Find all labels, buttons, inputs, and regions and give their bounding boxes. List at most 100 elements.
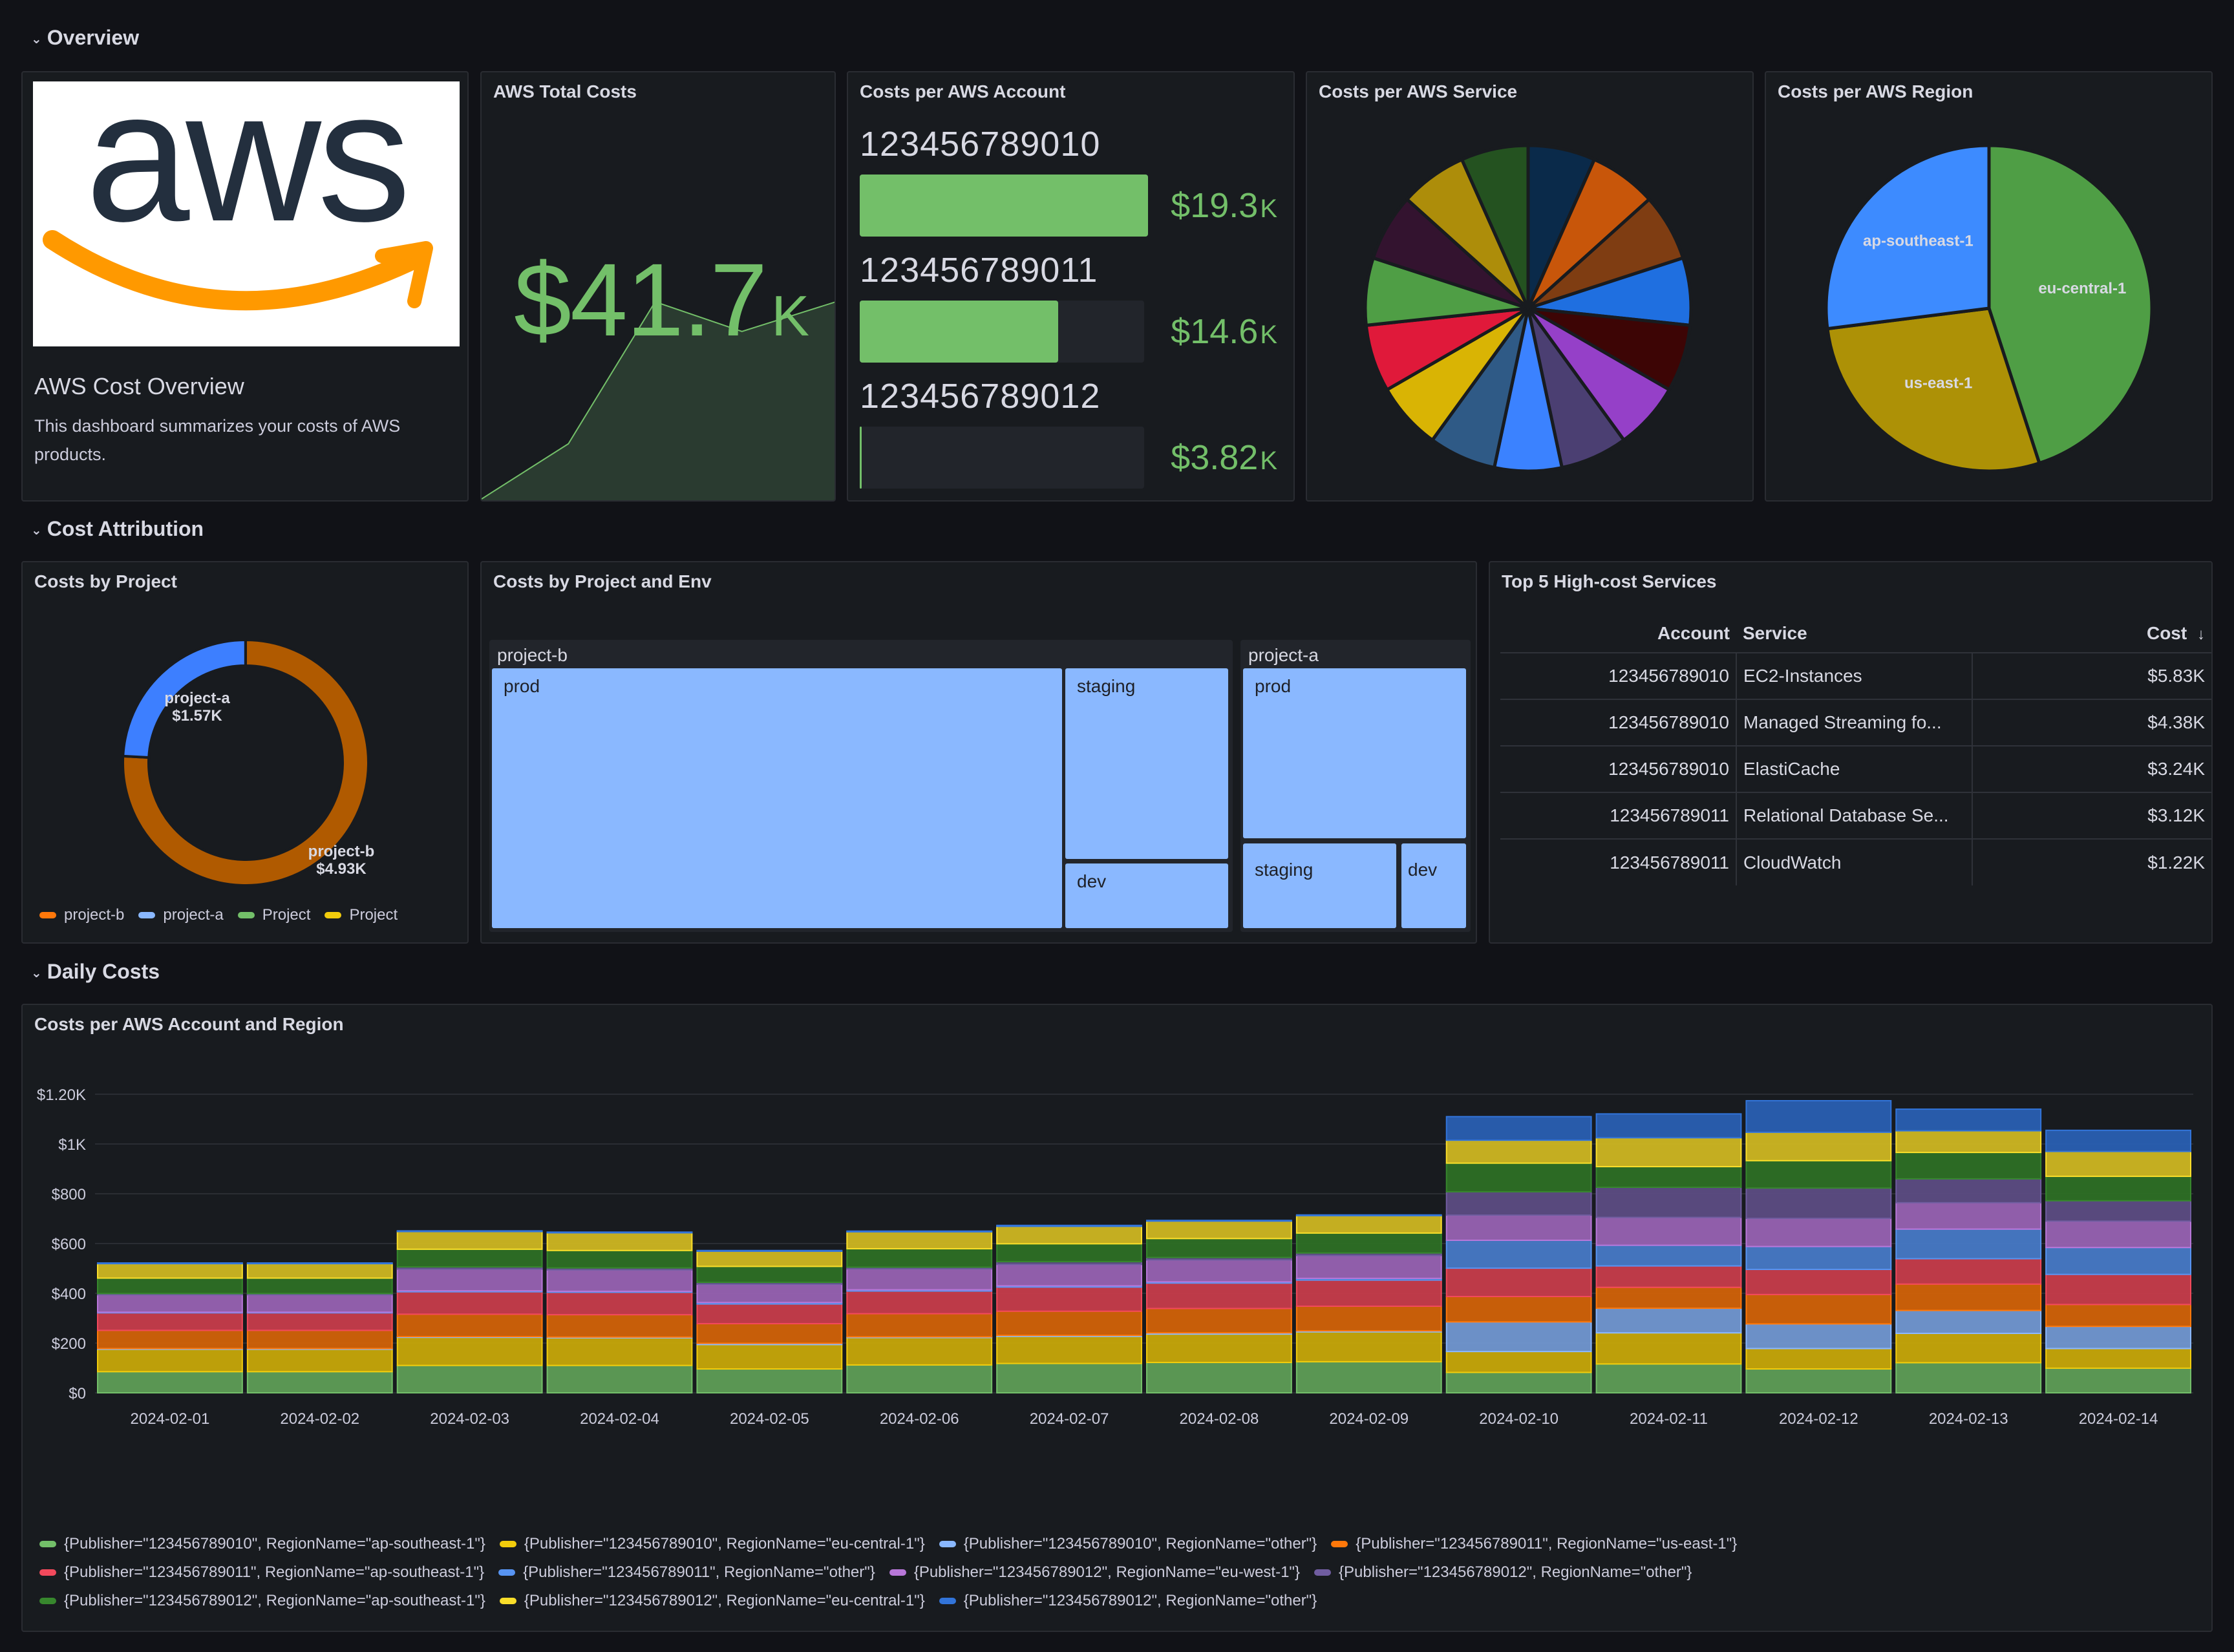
legend-item[interactable]: project-b [39,906,124,924]
bar-segment[interactable] [1895,1362,2042,1393]
column-header-account[interactable]: Account [1500,614,1736,653]
bar-segment[interactable] [1745,1348,1892,1370]
treemap-group-project-a[interactable]: project-a prod staging dev [1240,640,1471,932]
bar-segment[interactable] [97,1262,243,1265]
bar-segment[interactable] [1295,1214,1442,1216]
row-header-daily-costs[interactable]: ⌄ Daily Costs [31,960,160,984]
bar-segment[interactable] [2045,1326,2191,1350]
bar-segment[interactable] [546,1249,693,1269]
bar-segment[interactable] [1595,1186,1742,1218]
bar-segment[interactable] [246,1263,393,1279]
bar-segment[interactable] [246,1262,393,1265]
bar-segment[interactable] [546,1291,693,1316]
legend-item[interactable]: {Publisher="123456789011", RegionName="a… [39,1563,484,1582]
row-header-cost-attribution[interactable]: ⌄ Cost Attribution [31,517,204,541]
treemap-cell-dev[interactable]: dev [1401,843,1466,928]
bar-segment[interactable] [2045,1348,2191,1369]
bar-segment[interactable] [1295,1331,1442,1362]
bar-segment[interactable] [1146,1282,1292,1309]
legend-item[interactable]: {Publisher="123456789012", RegionName="o… [1314,1563,1692,1582]
bar-segment[interactable] [1595,1286,1742,1309]
bar-segment[interactable] [2045,1247,2191,1275]
bar-segment[interactable] [996,1225,1142,1245]
legend-item[interactable]: Project [237,906,310,924]
column-header-cost[interactable]: Cost ↓ [1972,614,2211,653]
bar-segment[interactable] [1895,1152,2042,1180]
bar-segment[interactable] [1595,1363,1742,1394]
bar-segment[interactable] [1595,1265,1742,1288]
bar-segment[interactable] [2045,1220,2191,1249]
table-row[interactable]: 123456789011 CloudWatch $1.22K [1500,839,2211,885]
bar-segment[interactable] [996,1335,1142,1364]
bar-segment[interactable] [1895,1202,2042,1230]
bar-segment[interactable] [1295,1214,1442,1234]
bar-segment[interactable] [396,1313,543,1337]
bar-segment[interactable] [97,1371,243,1394]
bar-segment[interactable] [246,1294,393,1313]
bar-segment[interactable] [396,1364,543,1394]
bar-segment[interactable] [1445,1351,1592,1373]
legend-item[interactable]: {Publisher="123456789012", RegionName="o… [939,1592,1317,1610]
bar-segment[interactable] [696,1250,843,1267]
bar-segment[interactable] [996,1224,1142,1227]
treemap-cell-prod[interactable]: prod [492,668,1062,928]
bar-segment[interactable] [846,1290,993,1315]
bar-segment[interactable] [846,1337,993,1366]
bar-segment[interactable] [1445,1321,1592,1353]
row-header-overview[interactable]: ⌄ Overview [31,26,139,50]
bar-segment[interactable] [1595,1308,1742,1334]
bar-segment[interactable] [97,1348,243,1373]
bar-segment[interactable] [2045,1367,2191,1394]
bar-segment[interactable] [1745,1368,1892,1393]
bar-segment[interactable] [1745,1293,1892,1325]
bar-segment[interactable] [396,1248,543,1268]
table-row[interactable]: 123456789010 EC2-Instances $5.83K [1500,653,2211,700]
bar-segment[interactable] [1895,1332,2042,1364]
legend-item[interactable]: {Publisher="123456789012", RegionName="a… [39,1592,485,1610]
bar-segment[interactable] [2045,1150,2191,1178]
bar-segment[interactable] [1445,1371,1592,1393]
table-row[interactable]: 123456789010 Managed Streaming fo... $4.38… [1500,699,2211,747]
bar-segment[interactable] [246,1329,393,1350]
bar-segment[interactable] [1445,1191,1592,1216]
bar-segment[interactable] [1295,1361,1442,1393]
bar-segment[interactable] [1745,1187,1892,1220]
bar-segment[interactable] [1295,1255,1442,1279]
bar-segment[interactable] [546,1364,693,1394]
bar-segment[interactable] [546,1232,693,1251]
bar-segment[interactable] [97,1294,243,1313]
bar-segment[interactable] [1295,1279,1442,1308]
bar-segment[interactable] [97,1329,243,1350]
bar-segment[interactable] [1445,1162,1592,1192]
bar-segment[interactable] [1146,1238,1292,1258]
bar-segment[interactable] [546,1269,693,1292]
legend-item[interactable]: Project [324,906,398,924]
bar-segment[interactable] [1745,1100,1892,1133]
bar-segment[interactable] [996,1362,1142,1394]
bar-segment[interactable] [846,1231,993,1250]
bar-segment[interactable] [996,1310,1142,1337]
bar-segment[interactable] [696,1368,843,1393]
bar-segment[interactable] [996,1264,1142,1287]
bar-segment[interactable] [396,1268,543,1292]
bar-segment[interactable] [846,1313,993,1338]
bar-segment[interactable] [1895,1178,2042,1203]
bar-segment[interactable] [1895,1283,2042,1311]
bar-segment[interactable] [246,1371,393,1394]
table-row[interactable]: 123456789011 Relational Database Se... $3.… [1500,792,2211,840]
bar-segment[interactable] [246,1277,393,1295]
bar-segment[interactable] [846,1268,993,1291]
bar-segment[interactable] [1745,1323,1892,1350]
bar-segment[interactable] [97,1277,243,1295]
bar-segment[interactable] [546,1314,693,1338]
bar-segment[interactable] [396,1291,543,1315]
bar-segment[interactable] [396,1231,543,1250]
bar-segment[interactable] [846,1364,993,1394]
bar-segment[interactable] [696,1344,843,1370]
bar-segment[interactable] [846,1230,993,1233]
legend-item[interactable]: {Publisher="123456789010", RegionName="o… [939,1535,1317,1553]
bar-segment[interactable] [1745,1269,1892,1295]
bar-segment[interactable] [97,1263,243,1279]
legend-item[interactable]: {Publisher="123456789011", RegionName="o… [498,1563,875,1582]
bar-segment[interactable] [1595,1137,1742,1168]
